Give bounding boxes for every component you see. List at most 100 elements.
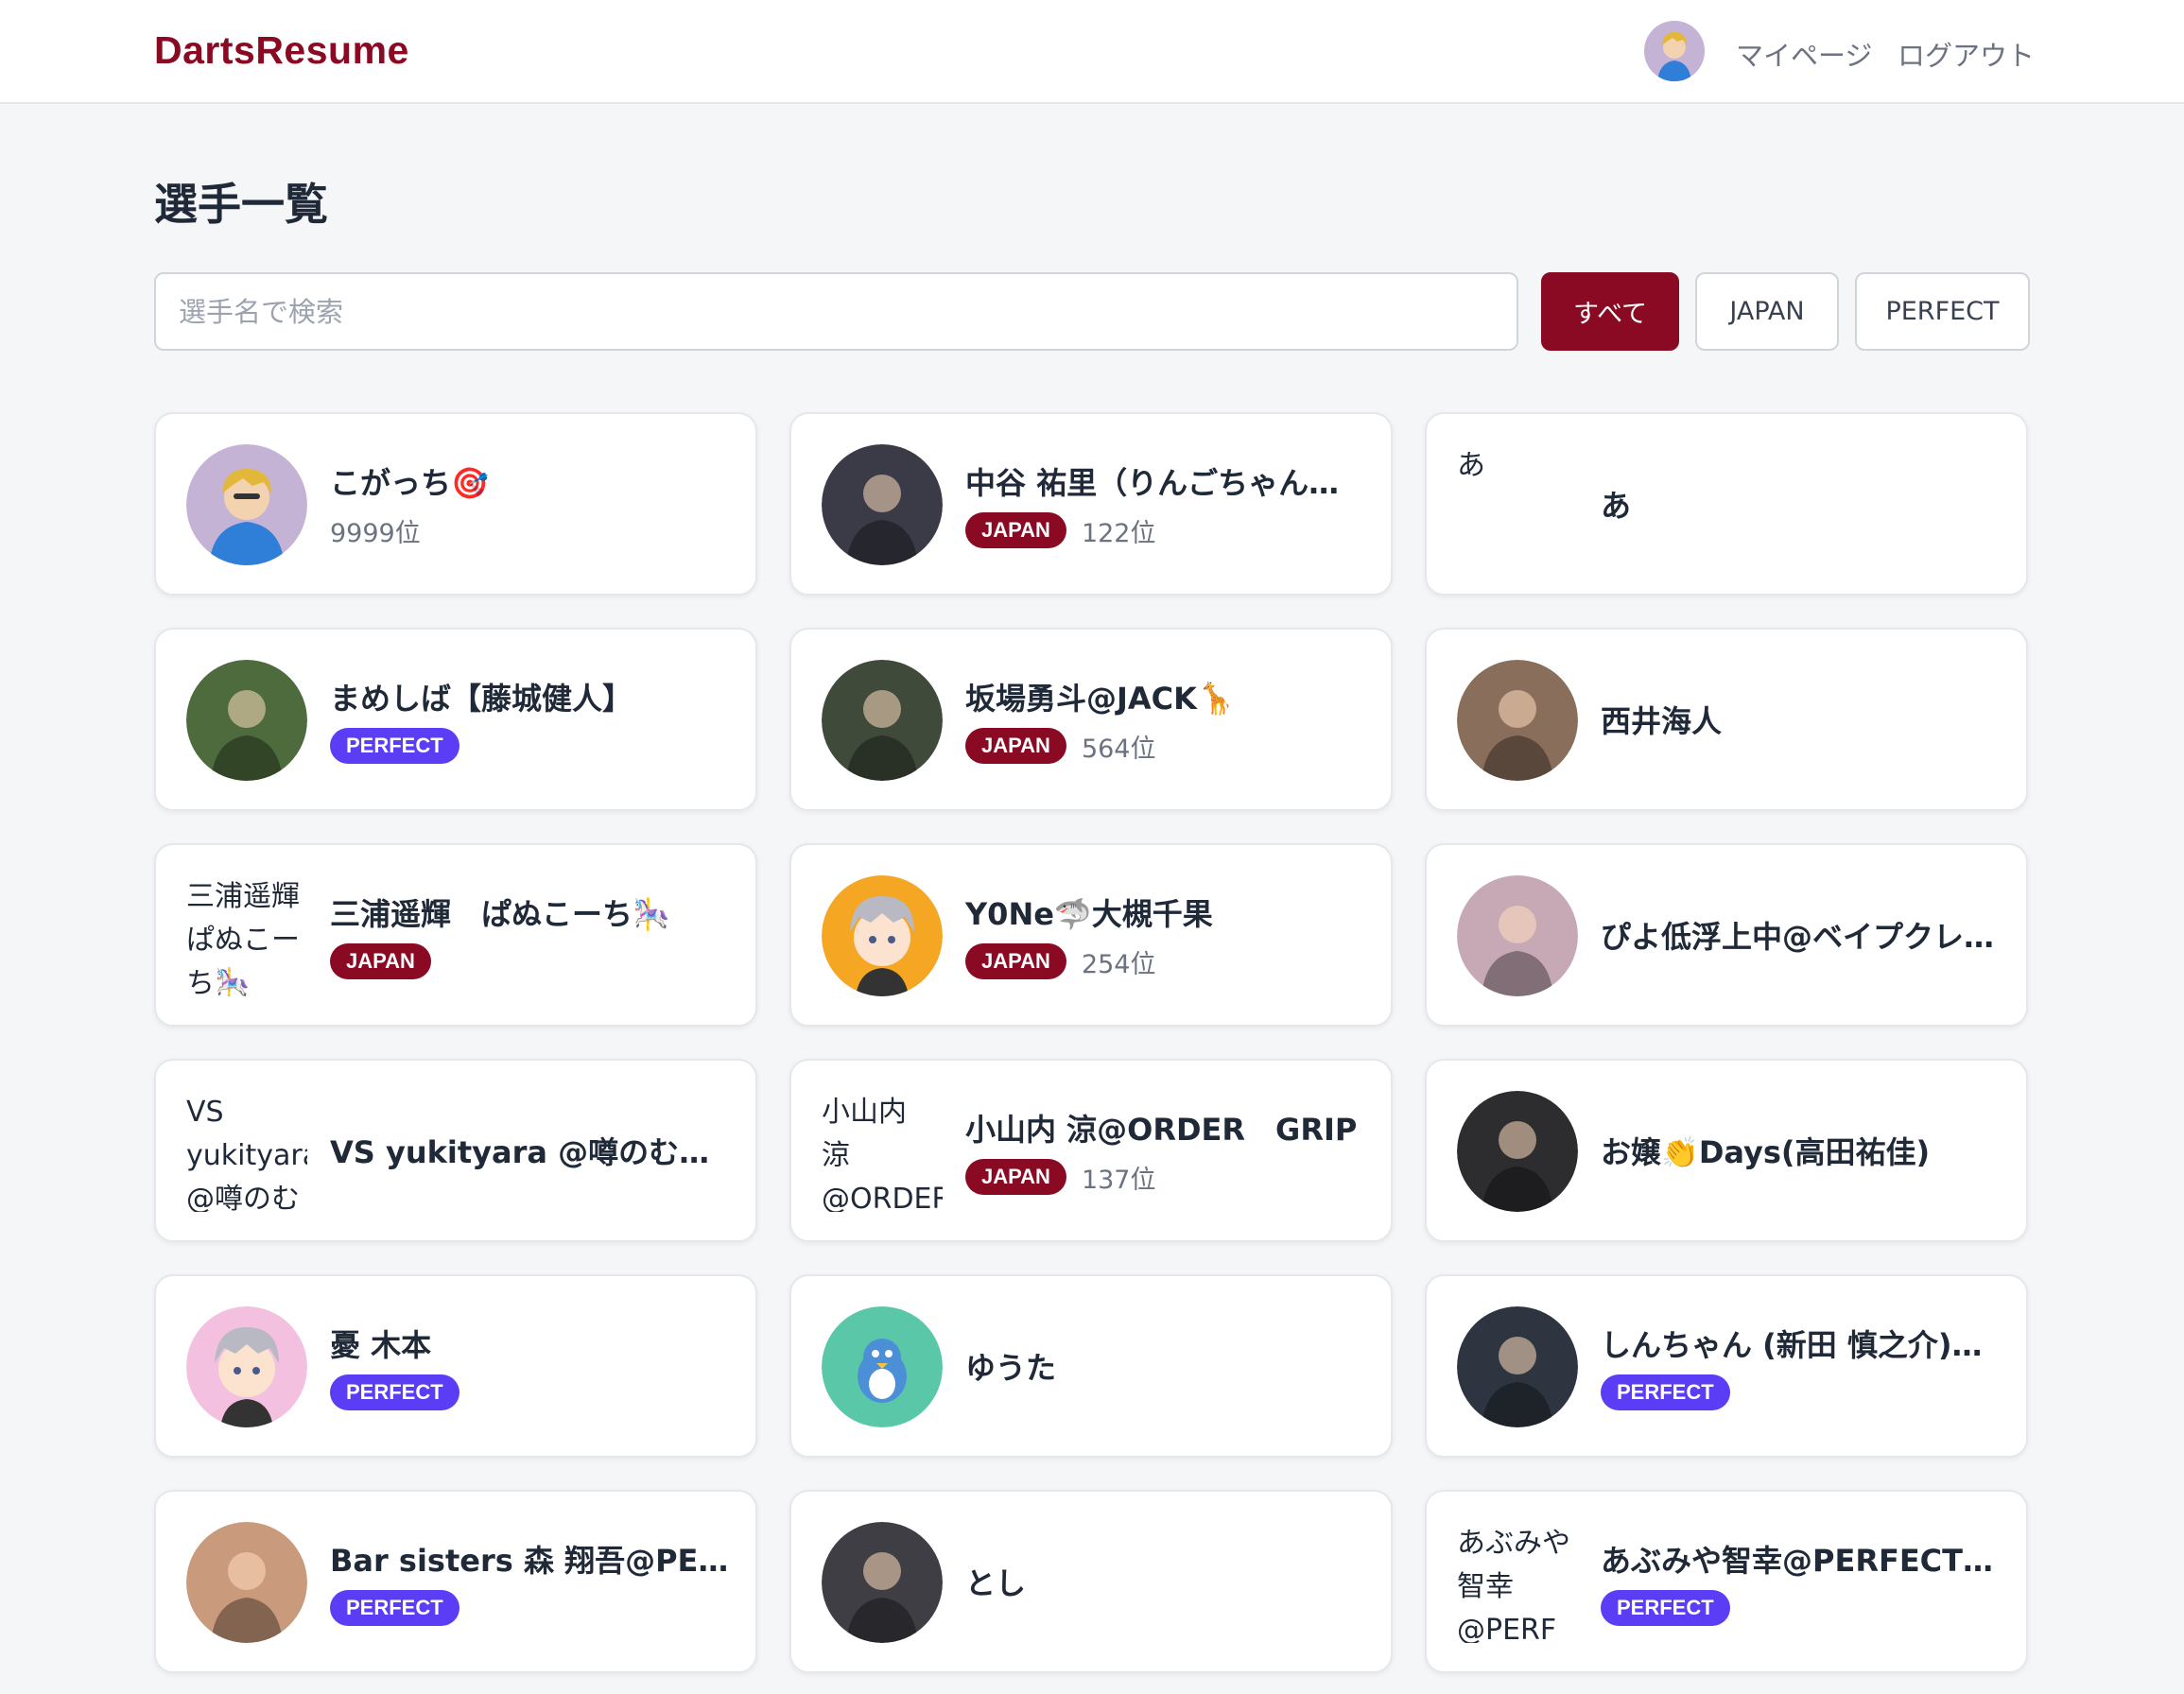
player-name: ゆうた	[965, 1350, 1057, 1386]
player-avatar-broken-image: あぶみや智幸@PERF	[1457, 1527, 1570, 1643]
player-name: しんちゃん (新田 慎之介)…	[1601, 1327, 1983, 1363]
player-name: こがっち🎯	[330, 464, 489, 501]
player-avatar-broken-image: 小山内 涼@ORDER	[822, 1096, 943, 1212]
player-rank: 9999位	[330, 518, 421, 548]
player-avatar	[1457, 1091, 1578, 1212]
player-info: とし	[965, 1492, 1372, 1671]
player-meta: JAPAN	[330, 943, 737, 979]
player-info: 小山内 涼@ORDER GRIP JAPAN 137位	[965, 1061, 1372, 1240]
player-card[interactable]: Y0Ne🦈大槻千果 JAPAN 254位	[789, 843, 1393, 1027]
player-card[interactable]: 三浦遥輝 ぱぬこーち🎠 三浦遥輝 ぱぬこーち🎠 JAPAN	[154, 843, 757, 1027]
player-name: 西井海人	[1601, 703, 1723, 739]
player-meta: JAPAN 122位	[965, 512, 1372, 549]
filter-japan-button[interactable]: JAPAN	[1695, 272, 1839, 351]
player-card[interactable]: しんちゃん (新田 慎之介)… PERFECT	[1425, 1274, 2028, 1458]
player-name: VS yukityara @噂のむっ…	[330, 1134, 737, 1170]
player-card[interactable]: こがっち🎯 9999位	[154, 412, 757, 596]
perfect-badge: PERFECT	[330, 1374, 459, 1410]
player-card[interactable]: 西井海人	[1425, 628, 2028, 811]
player-info: 憂 木本 PERFECT	[330, 1276, 737, 1456]
player-avatar-broken-image: あ	[1457, 449, 1485, 482]
site-logo[interactable]: DartsResume	[154, 28, 409, 73]
player-meta: JAPAN 564位	[965, 728, 1372, 765]
perfect-badge: PERFECT	[1601, 1374, 1730, 1410]
player-info: 中谷 祐里（りんごちゃん… JAPAN 122位	[965, 414, 1372, 594]
player-card[interactable]: ああ	[1425, 412, 2028, 596]
player-avatar	[186, 660, 307, 781]
player-avatar	[822, 1306, 943, 1427]
player-info: まめしば【藤城健人】 PERFECT	[330, 630, 737, 809]
player-info: こがっち🎯 9999位	[330, 414, 737, 594]
player-card[interactable]: あぶみや智幸@PERF あぶみや智幸@PERFECTP… PERFECT	[1425, 1490, 2028, 1673]
perfect-badge: PERFECT	[1601, 1590, 1730, 1626]
player-avatar	[1457, 1306, 1578, 1427]
player-avatar	[822, 660, 943, 781]
player-card[interactable]: Bar sisters 森 翔吾@PERF… PERFECT	[154, 1490, 757, 1673]
player-name: 小山内 涼@ORDER GRIP	[965, 1111, 1358, 1148]
player-search-input[interactable]	[154, 272, 1518, 351]
player-card[interactable]: お嬢👏Days(高田祐佳)	[1425, 1059, 2028, 1242]
player-avatar-broken-image: 三浦遥輝 ぱぬこーち🎠	[186, 880, 307, 996]
player-card[interactable]: VS yukityara @噂のむっ VS yukityara @噂のむっ…	[154, 1059, 757, 1242]
player-card[interactable]: 坂場勇斗@JACK🦒 JAPAN 564位	[789, 628, 1393, 811]
japan-badge: JAPAN	[965, 943, 1066, 979]
player-meta: 9999位	[330, 512, 737, 549]
perfect-badge: PERFECT	[330, 728, 459, 764]
player-avatar	[186, 444, 307, 565]
player-card[interactable]: 憂 木本 PERFECT	[154, 1274, 757, 1458]
player-avatar	[186, 1306, 307, 1427]
player-info: 三浦遥輝 ぱぬこーち🎠 JAPAN	[330, 845, 737, 1025]
player-avatar	[186, 1522, 307, 1643]
player-name: 三浦遥輝 ぱぬこーち🎠	[330, 896, 670, 932]
player-info: Y0Ne🦈大槻千果 JAPAN 254位	[965, 845, 1372, 1025]
mypage-link[interactable]: マイページ	[1736, 34, 1872, 74]
player-name: 憂 木本	[330, 1327, 432, 1363]
player-avatar-broken-image: VS yukityara @噂のむっ	[186, 1096, 307, 1212]
player-name: Y0Ne🦈大槻千果	[965, 895, 1213, 932]
player-name: とし	[965, 1565, 1027, 1601]
player-meta: JAPAN 254位	[965, 943, 1372, 980]
japan-badge: JAPAN	[965, 1159, 1066, 1195]
player-card[interactable]: まめしば【藤城健人】 PERFECT	[154, 628, 757, 811]
player-meta: PERFECT	[1601, 1590, 2007, 1626]
user-avatar-image	[1644, 21, 1705, 81]
player-rank: 564位	[1081, 734, 1156, 764]
filter-all-button[interactable]: すべて	[1541, 272, 1679, 351]
player-name: お嬢👏Days(高田祐佳)	[1601, 1134, 1931, 1170]
player-info: ぴよ低浮上中@ベイプクレ…	[1601, 845, 2007, 1025]
player-info: しんちゃん (新田 慎之介)… PERFECT	[1601, 1276, 2007, 1456]
player-meta: PERFECT	[330, 728, 737, 764]
player-avatar	[822, 875, 943, 996]
player-info: あぶみや智幸@PERFECTP… PERFECT	[1601, 1492, 2007, 1671]
player-meta: PERFECT	[1601, 1374, 2007, 1410]
player-card[interactable]: ゆうた	[789, 1274, 1393, 1458]
player-card[interactable]: とし	[789, 1490, 1393, 1673]
player-name: Bar sisters 森 翔吾@PERF…	[330, 1543, 737, 1579]
player-info: ゆうた	[965, 1276, 1372, 1456]
filter-perfect-button[interactable]: PERFECT	[1855, 272, 2030, 351]
player-name: あぶみや智幸@PERFECTP…	[1601, 1543, 2007, 1579]
player-name: 中谷 祐里（りんごちゃん…	[965, 464, 1340, 501]
player-avatar	[822, 1522, 943, 1643]
player-rank: 137位	[1081, 1165, 1156, 1195]
player-info: 西井海人	[1601, 630, 2007, 809]
player-card[interactable]: 中谷 祐里（りんごちゃん… JAPAN 122位	[789, 412, 1393, 596]
page-title: 選手一覧	[154, 179, 328, 230]
player-info: お嬢👏Days(高田祐佳)	[1601, 1061, 2007, 1240]
player-info: あ	[1601, 414, 2007, 594]
japan-badge: JAPAN	[965, 728, 1066, 764]
player-avatar	[1457, 660, 1578, 781]
player-meta: JAPAN 137位	[965, 1159, 1372, 1196]
player-grid: こがっち🎯 9999位 中谷 祐里（りんごちゃん… JAPAN 122位ああ まめしば…	[154, 412, 2028, 1673]
player-name: ぴよ低浮上中@ベイプクレ…	[1601, 919, 1995, 955]
top-nav-bar: DartsResume マイページ ログアウト	[0, 0, 2184, 104]
logout-link[interactable]: ログアウト	[1898, 34, 2035, 74]
player-meta: PERFECT	[330, 1590, 737, 1626]
player-card[interactable]: 小山内 涼@ORDER 小山内 涼@ORDER GRIP JAPAN 137位	[789, 1059, 1393, 1242]
player-info: VS yukityara @噂のむっ…	[330, 1061, 737, 1240]
player-avatar	[822, 444, 943, 565]
user-avatar[interactable]	[1644, 21, 1705, 81]
player-card[interactable]: ぴよ低浮上中@ベイプクレ…	[1425, 843, 2028, 1027]
japan-badge: JAPAN	[965, 512, 1066, 548]
player-rank: 254位	[1081, 949, 1156, 979]
